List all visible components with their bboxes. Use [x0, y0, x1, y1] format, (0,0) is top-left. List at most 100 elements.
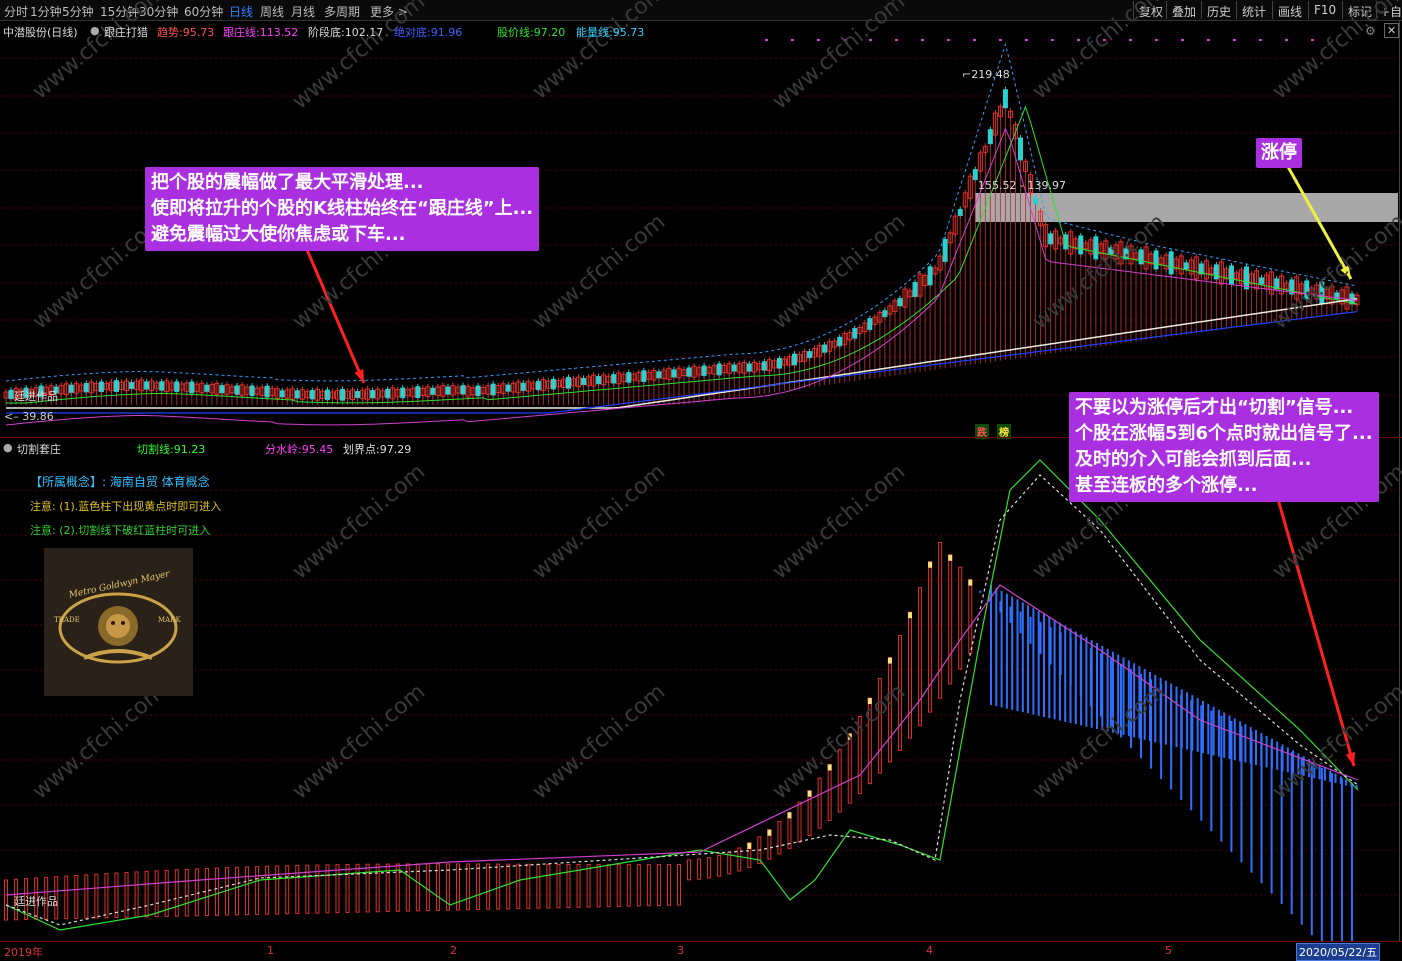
- kline-candle: [686, 367, 692, 377]
- field-price-line: 股价线:97.20: [497, 26, 566, 39]
- xaxis-label-year: 2019年: [4, 946, 43, 959]
- kline-candle: [174, 381, 180, 392]
- cut-bar: [235, 866, 240, 916]
- blue-bar: [1223, 712, 1226, 758]
- xaxis-label-apr: 4: [926, 944, 933, 957]
- watermark-text: www.cfchi.com: [288, 459, 430, 584]
- watermark-text: www.cfchi.com: [768, 0, 910, 115]
- kline-candle: [490, 383, 496, 396]
- blue-bar: [1281, 744, 1284, 771]
- cut-bar: [506, 863, 511, 910]
- high-price-label: ⌐219.48: [962, 68, 1010, 81]
- kline-candle: [641, 370, 647, 383]
- cut-bar: [516, 863, 521, 910]
- kline-candle: [671, 369, 677, 378]
- kline-candle: [565, 376, 571, 389]
- cut-bar: [938, 541, 943, 699]
- blue-bar: [995, 587, 998, 707]
- cut-bar: [807, 790, 812, 836]
- cut-bar: [245, 866, 250, 916]
- cut-bar: [717, 854, 722, 877]
- cut-bar: [144, 870, 149, 918]
- blue-bar: [1053, 619, 1056, 720]
- cut-bar: [255, 866, 260, 915]
- cut-bar: [908, 611, 913, 739]
- limit-up-callout: 涨停: [1256, 138, 1302, 168]
- blue-bar: [1217, 709, 1220, 757]
- field-boundary: 划界点:97.29: [343, 443, 412, 456]
- kline-candle: [867, 318, 873, 330]
- cut-bar: [556, 863, 561, 909]
- blue-bar: [1032, 608, 1035, 715]
- kline-candle: [430, 387, 436, 395]
- cut-bar: [285, 865, 290, 915]
- watermark-text: www.cfchi.com: [528, 459, 670, 584]
- blue-bar: [1239, 721, 1242, 762]
- blue-bar: [1064, 625, 1067, 722]
- kline-candle: [1183, 262, 1189, 270]
- cut-bar: [466, 863, 471, 911]
- bottom-indicator-name[interactable]: 切割套庄: [17, 441, 61, 457]
- blue-bar: [1276, 741, 1279, 770]
- kline-candle: [535, 380, 541, 391]
- blue-bar: [1186, 692, 1189, 750]
- field-energy-line: 能量线:95.73: [576, 26, 645, 39]
- kline-candle: [972, 169, 978, 181]
- blue-bar: [1048, 616, 1051, 719]
- date-axis: 2019年 1 2 3 4 5 2020/05/22/五: [0, 941, 1402, 961]
- logo-trade: TRADE: [54, 616, 80, 624]
- blue-bar: [1027, 605, 1030, 714]
- cut-bar: [606, 864, 611, 908]
- top-indicator-name[interactable]: 跟庄打猎: [104, 24, 148, 40]
- blue-bar: [1207, 703, 1210, 755]
- cut-bar: [1320, 767, 1323, 946]
- kline-candle: [294, 390, 300, 399]
- indicator-toggle-icon[interactable]: ●: [90, 24, 100, 37]
- kline-candle: [1153, 250, 1159, 270]
- field-cut-line: 切割线:91.23: [137, 443, 206, 456]
- cut-bar: [486, 863, 491, 910]
- watermark-text: www.cfchi.com: [768, 459, 910, 584]
- field-trend: 趋势:95.73: [157, 26, 215, 39]
- blue-bar: [1244, 724, 1247, 763]
- kline-candle: [234, 385, 240, 395]
- yellow-dot: [948, 554, 953, 561]
- cut-bar: [546, 863, 551, 909]
- stock-title: 中潜股份(日线): [3, 26, 78, 39]
- cut-bar: [1350, 783, 1353, 959]
- cut-bar: [1039, 622, 1042, 655]
- cut-bar: [1330, 772, 1333, 956]
- note-one: 注意: (1).蓝色柱下出现黄点时即可进入: [30, 500, 222, 513]
- blue-bar: [1074, 631, 1077, 725]
- blue-bar: [1345, 779, 1348, 786]
- watermark-text: www.cfchi.com: [528, 679, 670, 804]
- kline-candle: [219, 385, 225, 394]
- kline-candle: [475, 385, 481, 397]
- close-icon[interactable]: ✕: [1384, 23, 1400, 38]
- cut-bar: [1009, 606, 1012, 623]
- cut-bar: [979, 590, 982, 593]
- blue-bar: [1005, 593, 1008, 709]
- cut-bar: [395, 863, 400, 912]
- kline-candle: [550, 378, 556, 390]
- cut-bar: [1029, 616, 1032, 644]
- watermark-text: www.cfchi.com: [288, 0, 430, 115]
- blue-bar: [1037, 611, 1040, 716]
- watermark-text: www.cfchi.com: [28, 679, 170, 804]
- field-stage-bottom: 阶段底:102.17: [308, 26, 384, 39]
- cut-bar: [4, 879, 8, 921]
- blue-bar: [1212, 706, 1215, 756]
- cut-bar: [1340, 778, 1343, 959]
- kline-candle: [1259, 277, 1265, 285]
- kline-candle: [339, 388, 345, 401]
- cut-bar: [214, 867, 219, 916]
- bottom-indicator-toggle-icon[interactable]: ●: [3, 441, 13, 454]
- cut-bar: [496, 863, 501, 910]
- kline-candle: [144, 381, 150, 390]
- kline-candle: [987, 129, 993, 145]
- field-absolute-bottom: 绝对底:91.96: [394, 26, 463, 39]
- kline-candle: [731, 364, 737, 372]
- cut-bar: [827, 763, 832, 821]
- settings-icon[interactable]: ⚙: [1365, 24, 1376, 38]
- kline-candle: [415, 386, 421, 399]
